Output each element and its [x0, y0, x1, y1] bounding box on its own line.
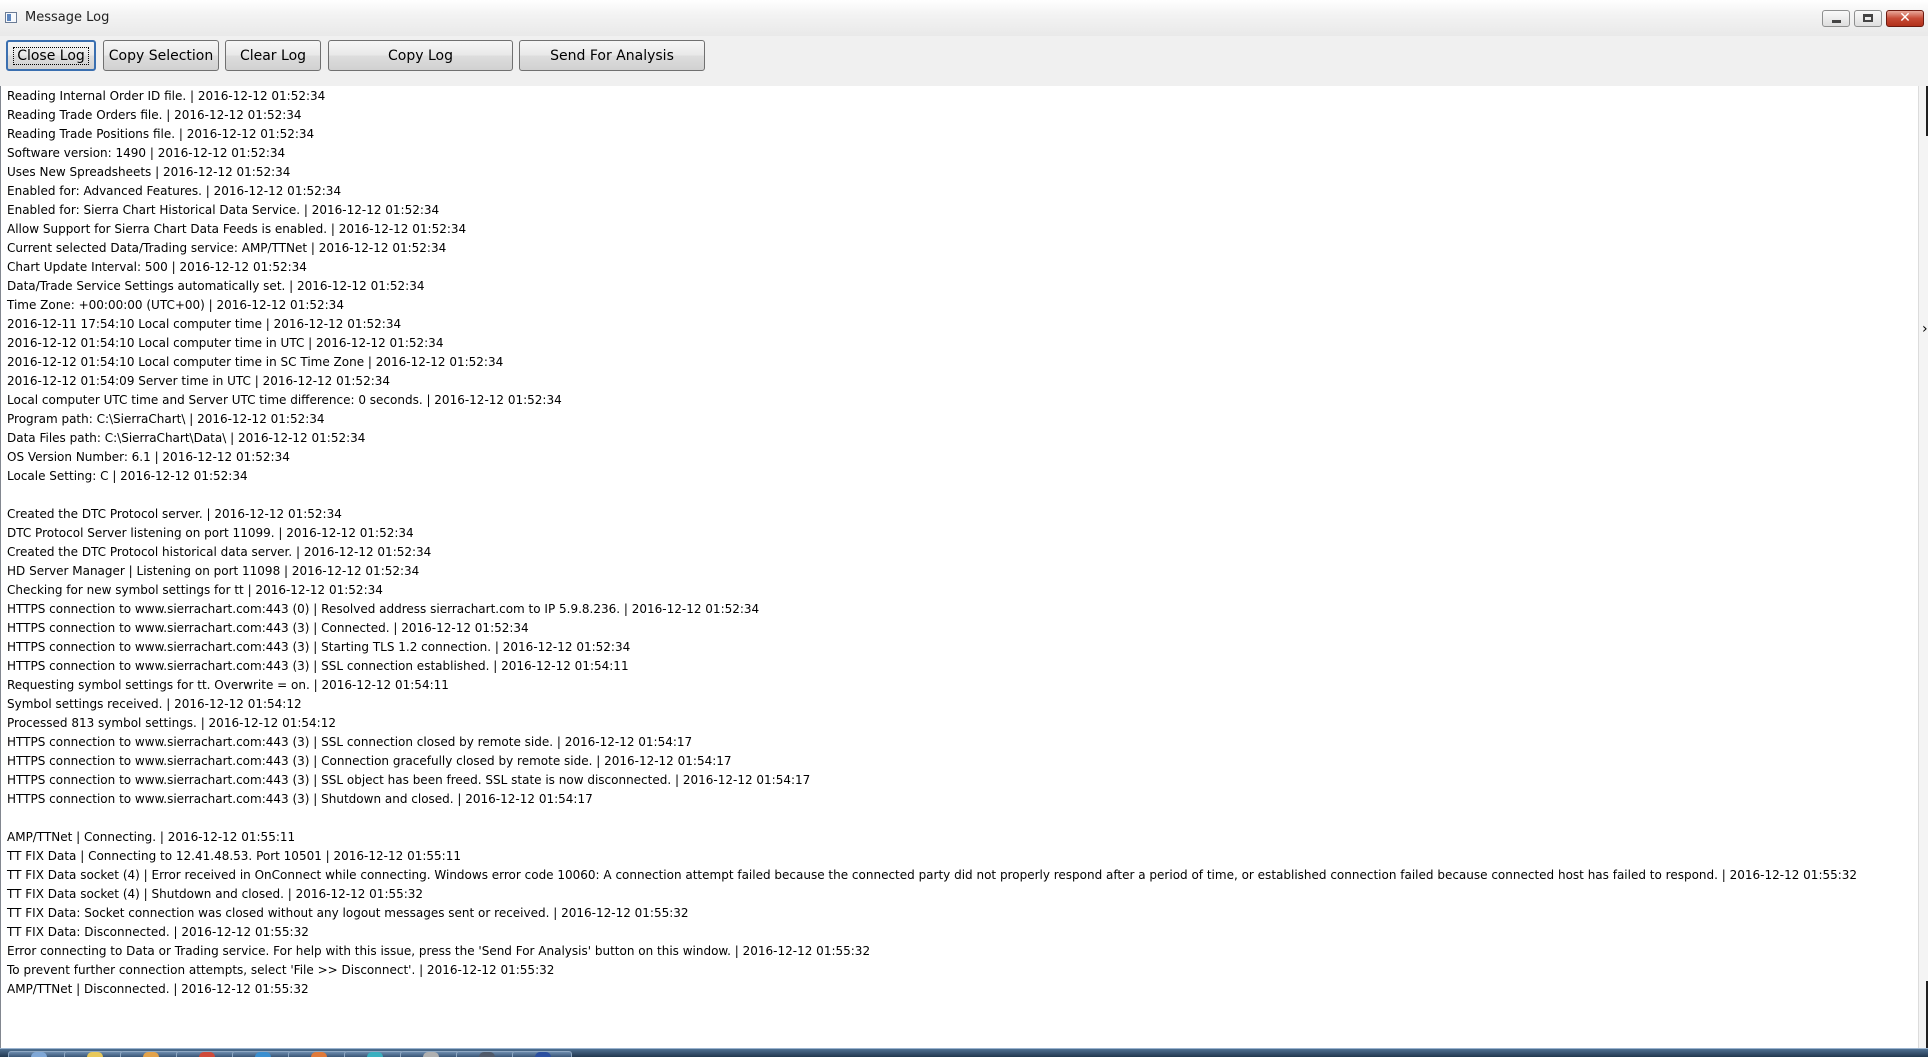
- close-window-button[interactable]: ✕: [1886, 10, 1924, 27]
- log-line: HTTPS connection to www.sierrachart.com:…: [7, 792, 593, 806]
- log-line: Data/Trade Service Settings automaticall…: [7, 279, 425, 293]
- toolbar: Close Log Copy Selection Clear Log Copy …: [0, 36, 1928, 87]
- title-bar[interactable]: Message Log ✕: [0, 0, 1928, 37]
- log-line: TT FIX Data: Disconnected. | 2016-12-12 …: [7, 925, 309, 939]
- log-line: TT FIX Data socket (4) | Shutdown and cl…: [7, 887, 424, 901]
- taskbar-button[interactable]: [120, 1051, 180, 1057]
- taskbar-button[interactable]: [456, 1051, 516, 1057]
- log-line: Requesting symbol settings for tt. Overw…: [7, 678, 449, 692]
- log-line: HTTPS connection to www.sierrachart.com:…: [7, 773, 811, 787]
- app-orange-icon: [311, 1052, 327, 1057]
- close-icon: ✕: [1899, 10, 1911, 26]
- log-line: Current selected Data/Trading service: A…: [7, 241, 447, 255]
- log-line: Processed 813 symbol settings. | 2016-12…: [7, 716, 336, 730]
- log-line: Symbol settings received. | 2016-12-12 0…: [7, 697, 302, 711]
- log-line: HTTPS connection to www.sierrachart.com:…: [7, 640, 631, 654]
- log-line: AMP/TTNet | Disconnected. | 2016-12-12 0…: [7, 982, 309, 996]
- log-line: Allow Support for Sierra Chart Data Feed…: [7, 222, 467, 236]
- copy-selection-button[interactable]: Copy Selection: [103, 40, 219, 71]
- log-line: Created the DTC Protocol server. | 2016-…: [7, 507, 342, 521]
- log-line: Checking for new symbol settings for tt …: [7, 583, 383, 597]
- taskbar-button[interactable]: [176, 1051, 236, 1057]
- log-line: HTTPS connection to www.sierrachart.com:…: [7, 602, 760, 616]
- log-line: Time Zone: +00:00:00 (UTC+00) | 2016-12-…: [7, 298, 344, 312]
- taskbar-button[interactable]: [344, 1051, 404, 1057]
- send-for-analysis-button[interactable]: Send For Analysis: [519, 40, 705, 71]
- log-line: Software version: 1490 | 2016-12-12 01:5…: [7, 146, 286, 160]
- log-line: Error connecting to Data or Trading serv…: [7, 944, 871, 958]
- log-blank-line: [7, 486, 1857, 505]
- log-line: Uses New Spreadsheets | 2016-12-12 01:52…: [7, 165, 291, 179]
- log-line: Local computer UTC time and Server UTC t…: [7, 393, 562, 407]
- app-gray-icon: [423, 1052, 439, 1057]
- copy-log-button[interactable]: Copy Log: [328, 40, 513, 71]
- log-line: TT FIX Data: Socket connection was close…: [7, 906, 689, 920]
- taskbar-button[interactable]: [8, 1051, 68, 1057]
- taskbar-button[interactable]: [64, 1051, 124, 1057]
- folder-icon: [87, 1052, 103, 1057]
- log-line: Reading Internal Order ID file. | 2016-1…: [7, 89, 326, 103]
- log-line: HTTPS connection to www.sierrachart.com:…: [7, 754, 732, 768]
- log-line: TT FIX Data socket (4) | Error received …: [7, 868, 1858, 882]
- log-line: Reading Trade Orders file. | 2016-12-12 …: [7, 108, 302, 122]
- app-dark-icon: [479, 1052, 495, 1057]
- taskbar-button[interactable]: [400, 1051, 460, 1057]
- log-lines: Reading Internal Order ID file. | 2016-1…: [7, 87, 1857, 999]
- taskbar-button[interactable]: [512, 1051, 572, 1057]
- log-line: Program path: C:\SierraChart\ | 2016-12-…: [7, 412, 325, 426]
- taskbar-button[interactable]: [232, 1051, 292, 1057]
- log-line: HD Server Manager | Listening on port 11…: [7, 564, 420, 578]
- log-line: Enabled for: Sierra Chart Historical Dat…: [7, 203, 440, 217]
- log-line: TT FIX Data | Connecting to 12.41.48.53.…: [7, 849, 461, 863]
- log-line: Locale Setting: C | 2016-12-12 01:52:34: [7, 469, 248, 483]
- app-red-icon: [199, 1052, 215, 1057]
- close-log-button[interactable]: Close Log: [6, 40, 96, 71]
- log-line: Reading Trade Positions file. | 2016-12-…: [7, 127, 315, 141]
- clear-log-button[interactable]: Clear Log: [225, 40, 321, 71]
- log-line: 2016-12-12 01:54:09 Server time in UTC |…: [7, 374, 391, 388]
- log-line: 2016-12-12 01:54:10 Local computer time …: [7, 336, 444, 350]
- log-line: 2016-12-11 17:54:10 Local computer time …: [7, 317, 402, 331]
- log-line: Chart Update Interval: 500 | 2016-12-12 …: [7, 260, 307, 274]
- vertical-scrollbar[interactable]: [1918, 86, 1928, 1048]
- taskbar-button[interactable]: [288, 1051, 348, 1057]
- browser-icon: [143, 1052, 159, 1057]
- log-line: AMP/TTNet | Connecting. | 2016-12-12 01:…: [7, 830, 296, 844]
- app-teal-icon: [367, 1052, 383, 1057]
- app-blue-icon: [255, 1052, 271, 1057]
- log-line: HTTPS connection to www.sierrachart.com:…: [7, 659, 629, 673]
- start-orb-icon: [31, 1052, 47, 1057]
- log-line: 2016-12-12 01:54:10 Local computer time …: [7, 355, 504, 369]
- maximize-button[interactable]: [1854, 10, 1882, 27]
- close-log-label: Close Log: [13, 46, 89, 65]
- log-line: Data Files path: C:\SierraChart\Data\ | …: [7, 431, 366, 445]
- log-line: Created the DTC Protocol historical data…: [7, 545, 432, 559]
- log-blank-line: [7, 809, 1857, 828]
- log-line: DTC Protocol Server listening on port 11…: [7, 526, 414, 540]
- restore-icon: [1863, 14, 1873, 22]
- window-title: Message Log: [25, 10, 110, 25]
- log-line: OS Version Number: 6.1 | 2016-12-12 01:5…: [7, 450, 290, 464]
- log-line: Enabled for: Advanced Features. | 2016-1…: [7, 184, 342, 198]
- app-globe-icon: [535, 1052, 551, 1057]
- log-line: To prevent further connection attempts, …: [7, 963, 555, 977]
- log-line: HTTPS connection to www.sierrachart.com:…: [7, 621, 529, 635]
- app-icon: [5, 12, 17, 23]
- minimize-button[interactable]: [1822, 10, 1850, 27]
- log-line: HTTPS connection to www.sierrachart.com:…: [7, 735, 693, 749]
- message-log-text-area[interactable]: Reading Internal Order ID file. | 2016-1…: [0, 86, 1918, 1048]
- minimize-icon: [1832, 20, 1841, 23]
- window-edge-arrow-icon: ›: [1922, 321, 1928, 337]
